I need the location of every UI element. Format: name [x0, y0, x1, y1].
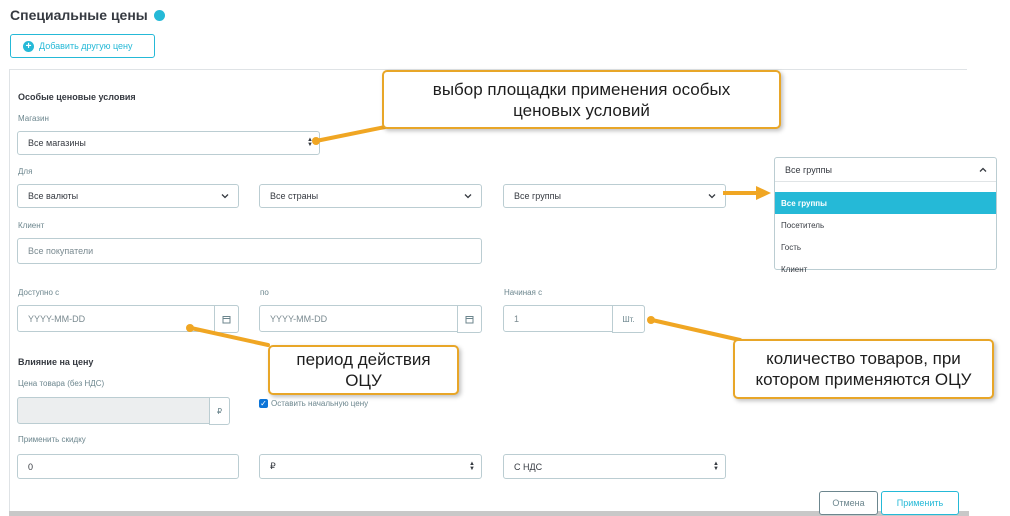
period-arrow-dot: [186, 324, 194, 332]
quantity-arrow-dot: [647, 316, 655, 324]
quantity-arrow-line: [650, 318, 742, 342]
shop-arrow-dot: [312, 137, 320, 145]
shop-callout: выбор площадки применения особых ценовых…: [382, 70, 781, 129]
period-callout: период действия ОЦУ: [268, 345, 459, 395]
shop-callout-text: выбор площадки применения особых ценовых…: [432, 79, 731, 120]
quantity-callout-text: количество товаров, при котором применяю…: [755, 349, 972, 389]
period-callout-text: период действия ОЦУ: [296, 350, 431, 390]
group-arrow-head: [756, 186, 771, 200]
shop-arrow-line: [314, 125, 387, 143]
quantity-callout: количество товаров, при котором применяю…: [733, 339, 994, 399]
period-arrow-line: [189, 326, 270, 347]
